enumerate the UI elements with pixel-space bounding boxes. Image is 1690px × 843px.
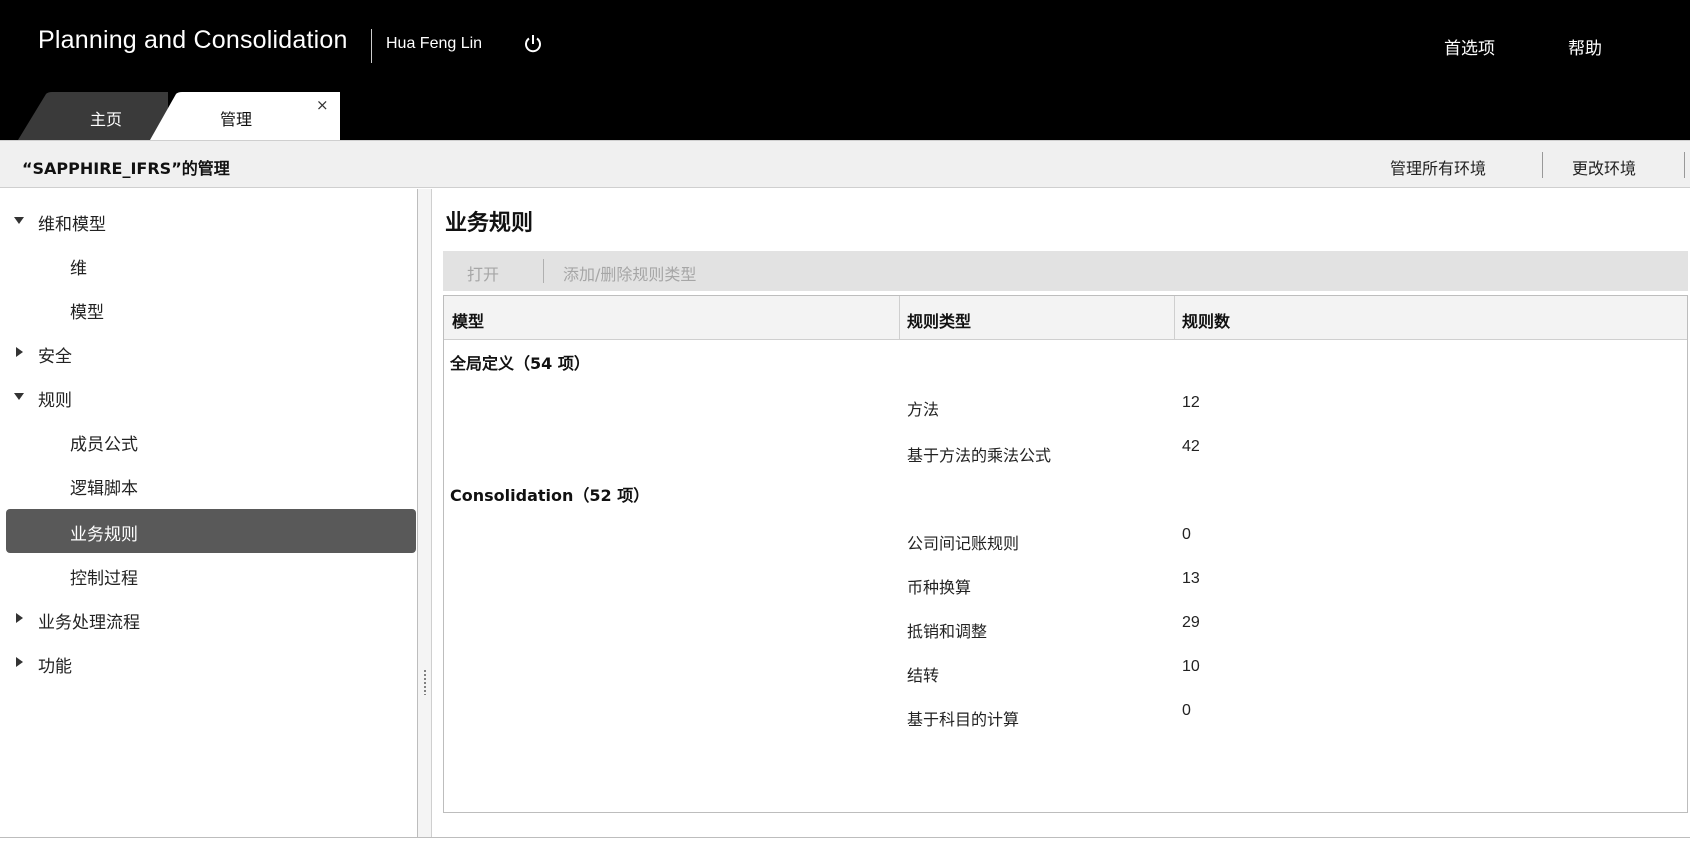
sidebar-item-security[interactable]: 安全 <box>0 331 418 375</box>
rule-type-cell[interactable]: 结转 <box>907 662 939 686</box>
sidebar-item-label: 逻辑脚本 <box>70 479 138 499</box>
sidebar-item-features[interactable]: 功能 <box>0 641 418 685</box>
power-icon[interactable] <box>522 33 544 55</box>
sidebar-item-logic-scripts[interactable]: 逻辑脚本 <box>0 463 418 507</box>
page-title: 业务规则 <box>445 211 534 236</box>
group-row-consolidation[interactable]: Consolidation（52 项） <box>450 482 649 506</box>
sidebar-item-controls[interactable]: 控制过程 <box>0 553 418 597</box>
user-name: Hua Feng Lin <box>386 35 483 52</box>
sidebar-item-member-formulas[interactable]: 成员公式 <box>0 419 418 463</box>
main-panel: 业务规则 打开 添加/删除规则类型 模型 规则类型 规则数 全局定义（54 项）… <box>433 189 1690 837</box>
column-header-rule-count[interactable]: 规则数 <box>1182 308 1230 332</box>
rule-type-cell[interactable]: 公司间记账规则 <box>907 530 1019 554</box>
title-divider <box>371 29 372 63</box>
collapsed-arrow-icon[interactable] <box>13 656 25 668</box>
collapsed-arrow-icon[interactable] <box>13 612 25 624</box>
sidebar-item-label: 成员公式 <box>70 435 138 455</box>
top-bar: Planning and Consolidation Hua Feng Lin … <box>0 0 1690 140</box>
sidebar-item-business-process-flows[interactable]: 业务处理流程 <box>0 597 418 641</box>
sidebar-item-label: 安全 <box>38 347 72 367</box>
change-environment-link[interactable]: 更改环境 <box>1572 155 1636 179</box>
add-remove-rule-types-button[interactable]: 添加/删除规则类型 <box>563 261 696 285</box>
env-divider-end <box>1684 152 1685 178</box>
rule-type-cell[interactable]: 币种换算 <box>907 574 971 598</box>
rule-count-cell: 10 <box>1182 658 1200 675</box>
toolbar-divider <box>543 259 544 283</box>
preferences-link[interactable]: 首选项 <box>1444 34 1495 59</box>
sidebar-item-dimensions-models[interactable]: 维和模型 <box>0 199 418 243</box>
rule-count-cell: 42 <box>1182 438 1200 455</box>
expanded-arrow-icon[interactable] <box>13 390 25 402</box>
sidebar-item-label: 业务处理流程 <box>38 613 140 633</box>
column-header-rule-type[interactable]: 规则类型 <box>907 308 971 332</box>
pane-splitter[interactable] <box>418 189 432 837</box>
rule-type-cell[interactable]: 抵销和调整 <box>907 618 987 642</box>
help-link[interactable]: 帮助 <box>1568 34 1602 59</box>
app-title: Planning and Consolidation <box>38 26 348 54</box>
rule-type-cell[interactable]: 基于科目的计算 <box>907 706 1019 730</box>
expanded-arrow-icon[interactable] <box>13 214 25 226</box>
column-divider <box>899 296 900 340</box>
sidebar-item-label: 维和模型 <box>38 215 106 235</box>
tab-admin-shape <box>150 92 340 140</box>
close-tab-icon[interactable]: × <box>316 96 329 114</box>
sidebar-item-label: 控制过程 <box>70 569 138 589</box>
sidebar-item-label: 维 <box>70 259 87 279</box>
grip-icon[interactable] <box>423 669 427 695</box>
sidebar-item-models[interactable]: 模型 <box>0 287 418 331</box>
sidebar-item-label: 模型 <box>70 303 104 323</box>
manage-all-environments-link[interactable]: 管理所有环境 <box>1390 155 1486 179</box>
bottom-border <box>0 837 1690 843</box>
sidebar-item-dimensions[interactable]: 维 <box>0 243 418 287</box>
group-row-global-definitions[interactable]: 全局定义（54 项） <box>450 350 590 374</box>
table-header: 模型 规则类型 规则数 <box>444 296 1687 340</box>
rule-count-cell: 0 <box>1182 702 1191 719</box>
column-divider <box>1174 296 1175 340</box>
sidebar-item-rules[interactable]: 规则 <box>0 375 418 419</box>
rule-count-cell: 12 <box>1182 394 1200 411</box>
collapsed-arrow-icon[interactable] <box>13 346 25 358</box>
open-button[interactable]: 打开 <box>467 261 499 285</box>
rule-count-cell: 13 <box>1182 570 1200 587</box>
sidebar-item-label: 功能 <box>38 657 72 677</box>
toolbar: 打开 添加/删除规则类型 <box>443 251 1688 291</box>
rules-table: 模型 规则类型 规则数 全局定义（54 项） 方法 12 基于方法的乘法公式 4… <box>443 295 1688 813</box>
rule-type-cell[interactable]: 基于方法的乘法公式 <box>907 442 1051 466</box>
tab-admin[interactable]: 管理 × <box>0 92 340 140</box>
rule-count-cell: 0 <box>1182 526 1191 543</box>
tab-admin-label: 管理 <box>220 110 253 129</box>
sidebar-item-business-rules[interactable]: 业务规则 <box>6 509 416 553</box>
rule-type-cell[interactable]: 方法 <box>907 396 939 420</box>
sidebar-item-label: 规则 <box>38 391 72 411</box>
rule-count-cell: 29 <box>1182 614 1200 631</box>
sidebar-item-label: 业务规则 <box>70 525 138 545</box>
environment-bar: “SAPPHIRE_IFRS”的管理 管理所有环境 更改环境 <box>0 140 1690 188</box>
sidebar-nav: 维和模型 维 模型 安全 规则 成员公式 逻辑脚本 业务规则 控制过程 业务处理… <box>0 189 418 837</box>
column-header-model[interactable]: 模型 <box>452 308 484 332</box>
environment-title: “SAPPHIRE_IFRS”的管理 <box>22 159 230 178</box>
env-divider <box>1542 152 1543 178</box>
